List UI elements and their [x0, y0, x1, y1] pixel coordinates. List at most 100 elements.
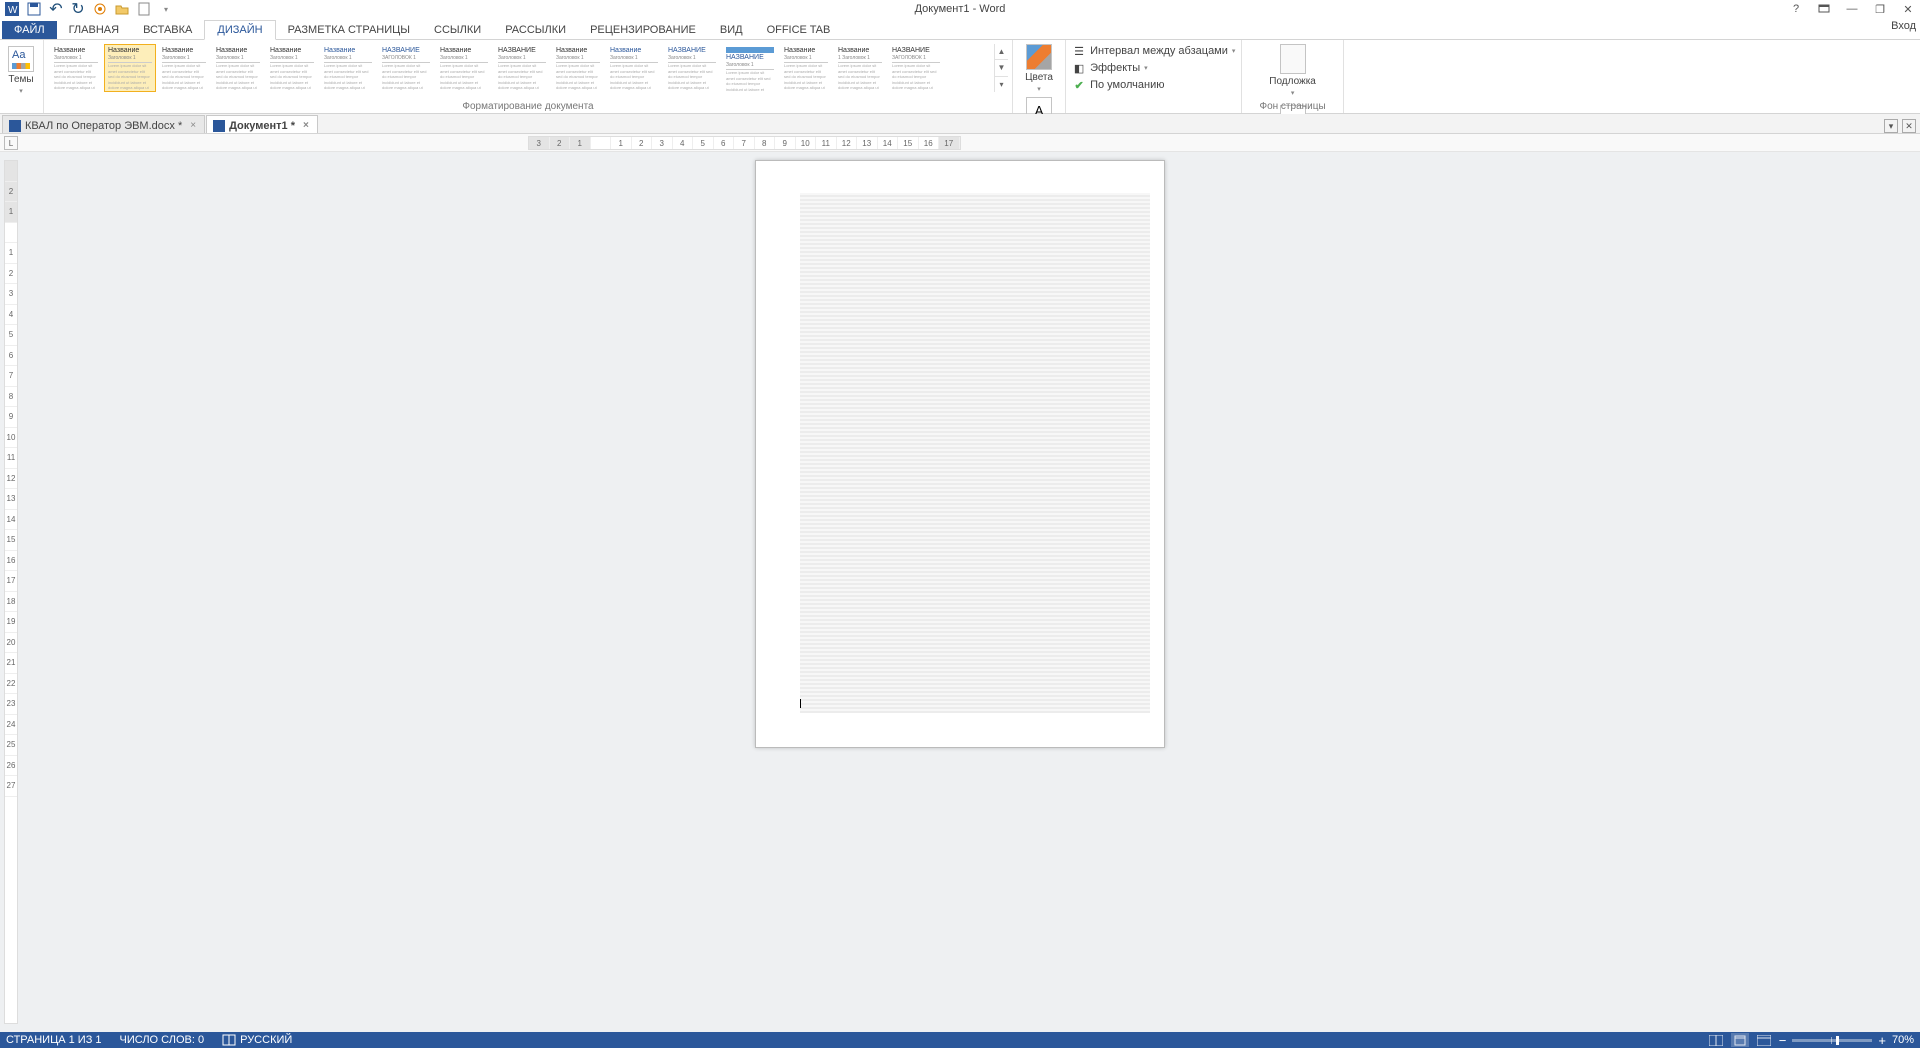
gallery-more-icon[interactable]: ▾ [995, 77, 1008, 92]
style-set-thumb[interactable]: НазваниеЗаголовок 1Lorem ipsum dolor sit… [780, 44, 832, 92]
document-tab[interactable]: КВАЛ по Оператор ЭВМ.docx * × [2, 115, 205, 133]
effects-icon: ◧ [1072, 61, 1086, 75]
gallery-up-icon[interactable]: ▲ [995, 44, 1008, 60]
save-icon[interactable] [26, 1, 42, 17]
redo-icon[interactable]: ↻ [70, 1, 86, 17]
word-count[interactable]: ЧИСЛО СЛОВ: 0 [120, 1034, 205, 1046]
close-icon[interactable]: ✕ [1900, 1, 1916, 17]
style-set-thumb[interactable]: НазваниеЗаголовок 1Lorem ipsum dolor sit… [104, 44, 156, 92]
close-tab-icon[interactable]: × [190, 120, 196, 131]
doc-tab-label: Документ1 * [229, 120, 295, 132]
text-cursor [800, 699, 801, 708]
watermark-icon [1280, 44, 1306, 74]
themes-group: Темы ▾ [0, 40, 44, 113]
language-indicator[interactable]: РУССКИЙ [222, 1034, 292, 1046]
chevron-down-icon: ▾ [1291, 89, 1295, 97]
style-set-thumb[interactable]: НазваниеЗаголовок 1Lorem ipsum dolor sit… [606, 44, 662, 92]
style-set-thumb[interactable]: НазваниеЗаголовок 1Lorem ipsum dolor sit… [50, 44, 102, 92]
ribbon-tab-разметка-страницы[interactable]: РАЗМЕТКА СТРАНИЦЫ [276, 21, 422, 39]
check-icon: ✔ [1072, 78, 1086, 92]
default-label: По умолчанию [1090, 79, 1164, 91]
read-mode-icon[interactable] [1707, 1033, 1725, 1047]
style-set-thumb[interactable]: НазваниеЗаголовок 1Lorem ipsum dolor sit… [212, 44, 264, 92]
window-title: Документ1 - Word [915, 3, 1006, 15]
ribbon-tab-файл[interactable]: ФАЙЛ [2, 21, 57, 39]
print-layout-icon[interactable] [1731, 1033, 1749, 1047]
title-bar: W ↶ ↻ ▾ Документ1 - Word ? — ❐ ✕ [0, 0, 1920, 18]
ribbon-tab-вставка[interactable]: ВСТАВКА [131, 21, 204, 39]
document-page[interactable] [755, 160, 1165, 748]
style-set-thumb[interactable]: НазваниеЗаголовок 1Lorem ipsum dolor sit… [436, 44, 492, 92]
paragraph-spacing-button[interactable]: ☰ Интервал между абзацами ▾ [1072, 44, 1235, 58]
style-set-thumb[interactable]: НАЗВАНИЕЗаголовок 1Lorem ipsum dolor sit… [494, 44, 550, 92]
ribbon-tab-рассылки[interactable]: РАССЫЛКИ [493, 21, 578, 39]
chevron-down-icon: ▾ [1232, 47, 1236, 55]
style-set-thumb[interactable]: НазваниеЗаголовок 1Lorem ipsum dolor sit… [158, 44, 210, 92]
document-tab[interactable]: Документ1 * × [206, 115, 318, 133]
page-indicator[interactable]: СТРАНИЦА 1 ИЗ 1 [6, 1034, 102, 1046]
page-gridlines [800, 193, 1150, 713]
tab-selector[interactable]: L [4, 136, 18, 150]
minimize-icon[interactable]: — [1844, 1, 1860, 17]
style-set-thumb[interactable]: НАЗВАНИЕЗаголовок 1Lorem ipsum dolor sit… [722, 44, 778, 92]
touch-mode-icon[interactable] [92, 1, 108, 17]
doc-formatting-group: НазваниеЗаголовок 1Lorem ipsum dolor sit… [44, 40, 1013, 113]
restore-icon[interactable]: ❐ [1872, 1, 1888, 17]
close-tab-icon[interactable]: × [303, 120, 309, 131]
ribbon-tab-рецензирование[interactable]: РЕЦЕНЗИРОВАНИЕ [578, 21, 708, 39]
vertical-ruler[interactable]: 2112345678910111213141516171819202122232… [4, 160, 18, 1024]
open-icon[interactable] [114, 1, 130, 17]
colors-button[interactable]: Цвета ▾ [1019, 44, 1059, 93]
themes-icon [8, 46, 34, 72]
set-default-button[interactable]: ✔ По умолчанию [1072, 78, 1235, 92]
spacing-label: Интервал между абзацами [1090, 45, 1228, 57]
ribbon-tab-вид[interactable]: ВИД [708, 21, 755, 39]
language-label: РУССКИЙ [240, 1034, 292, 1046]
status-bar: СТРАНИЦА 1 ИЗ 1 ЧИСЛО СЛОВ: 0 РУССКИЙ − … [0, 1032, 1920, 1048]
effects-button[interactable]: ◧ Эффекты ▾ [1072, 61, 1235, 75]
help-icon[interactable]: ? [1788, 1, 1804, 17]
ribbon-tab-дизайн[interactable]: ДИЗАЙН [204, 20, 275, 40]
watermark-button[interactable]: Подложка ▾ [1252, 44, 1332, 97]
page-container [755, 160, 1165, 748]
gallery-down-icon[interactable]: ▼ [995, 60, 1008, 76]
spacing-group: ☰ Интервал между абзацами ▾ ◧ Эффекты ▾ … [1066, 40, 1242, 113]
chevron-down-icon: ▾ [1037, 85, 1041, 93]
chevron-down-icon: ▾ [19, 87, 23, 95]
doc-tabs-close-icon[interactable]: ✕ [1902, 119, 1916, 133]
sign-in-link[interactable]: Вход [1891, 20, 1916, 32]
ribbon-tab-главная[interactable]: ГЛАВНАЯ [57, 21, 131, 39]
zoom-level[interactable]: 70% [1892, 1034, 1914, 1046]
style-set-thumb[interactable]: НАЗВАНИЕЗАГОЛОВОК 1Lorem ipsum dolor sit… [888, 44, 944, 92]
style-set-thumb[interactable]: НазваниеЗаголовок 1Lorem ipsum dolor sit… [266, 44, 318, 92]
themes-label: Темы [8, 74, 33, 85]
book-icon [222, 1034, 236, 1046]
qat-more-icon[interactable]: ▾ [158, 1, 174, 17]
doc-tab-label: КВАЛ по Оператор ЭВМ.docx * [25, 120, 182, 132]
zoom-slider[interactable] [1792, 1039, 1872, 1042]
style-set-thumb[interactable]: НазваниеЗаголовок 1Lorem ipsum dolor sit… [320, 44, 376, 92]
style-set-thumb[interactable]: НазваниеЗАГОЛОВОК 1Lorem ipsum dolor sit… [378, 44, 434, 92]
ribbon-options-icon[interactable] [1816, 1, 1832, 17]
themes-button[interactable]: Темы ▾ [4, 42, 38, 95]
style-set-thumb[interactable]: НАЗВАНИЕЗаголовок 1Lorem ipsum dolor sit… [664, 44, 720, 92]
watermark-label: Подложка [1269, 76, 1316, 87]
window-controls: ? — ❐ ✕ [1788, 1, 1916, 17]
ribbon-tab-ссылки[interactable]: ССЫЛКИ [422, 21, 493, 39]
word-doc-icon [9, 120, 21, 132]
new-icon[interactable] [136, 1, 152, 17]
zoom-out-icon[interactable]: − [1779, 1033, 1787, 1048]
page-bg-label: Фон страницы [1242, 101, 1342, 112]
ribbon-tab-office-tab[interactable]: OFFICE TAB [755, 21, 843, 39]
gallery-scroll: ▲ ▼ ▾ [994, 44, 1008, 92]
undo-icon[interactable]: ↶ [48, 1, 64, 17]
doc-tabs-menu-icon[interactable]: ▾ [1884, 119, 1898, 133]
horizontal-ruler[interactable]: 3211234567891011121314151617 [528, 136, 961, 150]
style-set-thumb[interactable]: Название1 Заголовок 1Lorem ipsum dolor s… [834, 44, 886, 92]
svg-text:W: W [8, 5, 18, 16]
status-left: СТРАНИЦА 1 ИЗ 1 ЧИСЛО СЛОВ: 0 РУССКИЙ [6, 1034, 292, 1046]
status-right: − + 70% [1707, 1033, 1914, 1048]
web-layout-icon[interactable] [1755, 1033, 1773, 1047]
style-set-thumb[interactable]: НазваниеЗаголовок 1Lorem ipsum dolor sit… [552, 44, 604, 92]
zoom-in-icon[interactable]: + [1878, 1033, 1886, 1048]
